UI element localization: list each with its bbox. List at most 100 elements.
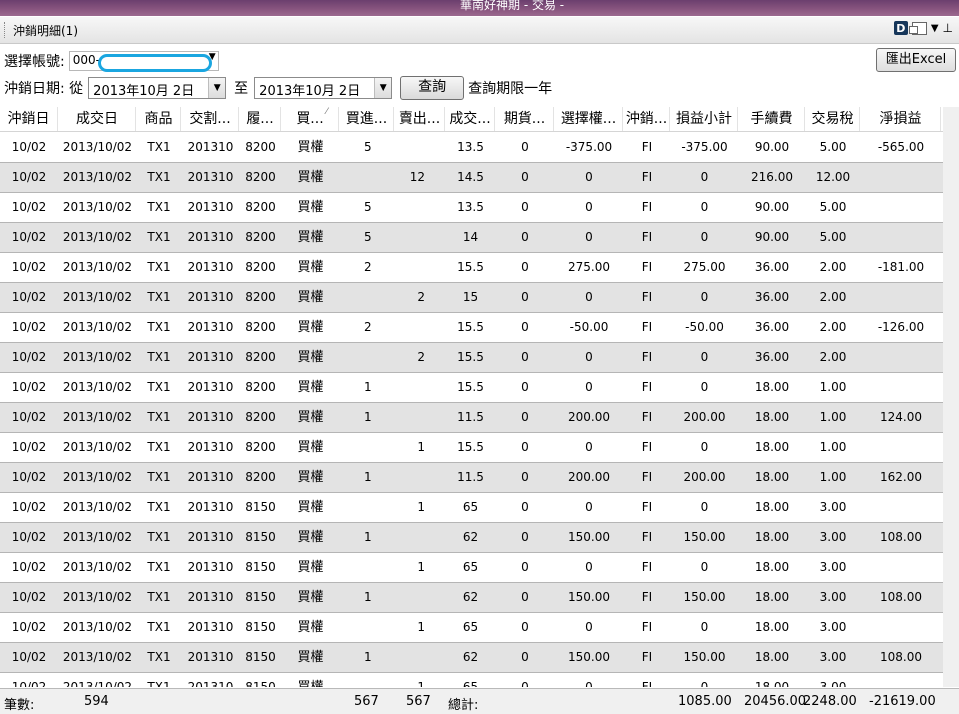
window-title: 華南好神期 - 交易 - bbox=[460, 0, 565, 12]
table-cell: 0 bbox=[521, 200, 529, 214]
table-cell: TX1 bbox=[147, 170, 171, 184]
column-header[interactable]: 買... bbox=[282, 107, 339, 131]
table-cell: 201310 bbox=[187, 140, 234, 154]
table-cell: 10/02 bbox=[11, 470, 47, 484]
table-cell: -375.00 bbox=[565, 140, 613, 154]
table-cell: 買權 bbox=[297, 140, 324, 155]
table-cell: 買權 bbox=[297, 290, 324, 305]
table-cell: 62 bbox=[462, 530, 479, 544]
table-row[interactable]: 10/02 2013/10/02 TX1 201310 8200 買權 12 14.5 0 0 FI… bbox=[0, 163, 943, 193]
table-cell: 18.00 bbox=[754, 440, 790, 454]
table-row[interactable]: 10/02 2013/10/02 TX1 201310 8200 買權 1 15.5 0 0 FI 0… bbox=[0, 433, 943, 463]
panel-grip[interactable] bbox=[4, 22, 7, 38]
table-cell: FI bbox=[641, 440, 653, 454]
table-cell: 2 bbox=[364, 320, 372, 334]
table-row[interactable]: 10/02 2013/10/02 TX1 201310 8200 買權 1 11.5 0 200.… bbox=[0, 403, 943, 433]
table-row[interactable]: 10/02 2013/10/02 TX1 201310 8150 買權 1 65 0 0 FI 0 18… bbox=[0, 673, 943, 687]
table-row[interactable]: 10/02 2013/10/02 TX1 201310 8200 買權 5 13.5 0 0 FI 0… bbox=[0, 193, 943, 223]
table-row[interactable]: 10/02 2013/10/02 TX1 201310 8150 買權 1 65 0 0 FI 0 18… bbox=[0, 613, 943, 643]
table-cell: 201310 bbox=[187, 500, 234, 514]
table-cell: 0 bbox=[700, 560, 709, 574]
table-cell: 1 bbox=[417, 440, 425, 454]
table-cell bbox=[861, 613, 941, 642]
column-header[interactable]: 沖銷... bbox=[624, 107, 670, 131]
table-cell bbox=[340, 163, 394, 192]
column-header[interactable]: 手續費 bbox=[739, 107, 805, 131]
table-row[interactable]: 10/02 2013/10/02 TX1 201310 8200 買權 5 13.5 0 -375… bbox=[0, 133, 943, 163]
table-row[interactable]: 10/02 2013/10/02 TX1 201310 8200 買權 5 14 0 0 FI 0 90… bbox=[0, 223, 943, 253]
column-header[interactable]: 淨損益 bbox=[861, 107, 941, 131]
table-cell: TX1 bbox=[147, 680, 171, 687]
table-row[interactable]: 10/02 2013/10/02 TX1 201310 8150 買權 1 65 0 0 FI 0 18… bbox=[0, 553, 943, 583]
export-excel-button[interactable]: 匯出Excel bbox=[876, 48, 956, 72]
table-row[interactable]: 10/02 2013/10/02 TX1 201310 8200 買權 1 15.5 0 0 FI 0… bbox=[0, 373, 943, 403]
table-cell: 12.00 bbox=[815, 170, 851, 184]
table-cell: 150.00 bbox=[568, 650, 610, 664]
table-cell: 8200 bbox=[245, 170, 276, 184]
table-cell: FI bbox=[641, 530, 653, 544]
chevron-down-icon[interactable]: ▼ bbox=[209, 52, 216, 62]
date-to-picker[interactable]: 2013年10月 2日 ▼ bbox=[254, 77, 393, 99]
column-header[interactable]: 履... bbox=[240, 107, 281, 131]
table-cell: 買權 bbox=[297, 320, 324, 335]
table-cell: 201310 bbox=[187, 680, 234, 687]
table-row[interactable]: 10/02 2013/10/02 TX1 201310 8150 買權 1 65 0 0 FI 0 18… bbox=[0, 493, 943, 523]
table-cell bbox=[340, 553, 394, 582]
column-header[interactable]: 賣出... bbox=[395, 107, 445, 131]
table-cell: 201310 bbox=[187, 620, 234, 634]
table-row[interactable]: 10/02 2013/10/02 TX1 201310 8200 買權 2 15 0 0 FI 0 36… bbox=[0, 283, 943, 313]
date-from-value: 2013年10月 2日 bbox=[93, 84, 195, 99]
table-cell: FI bbox=[641, 140, 653, 154]
table-cell: 8200 bbox=[245, 410, 276, 424]
table-cell: 8150 bbox=[245, 560, 276, 574]
table-cell: 150.00 bbox=[683, 650, 726, 664]
date-from-picker[interactable]: 2013年10月 2日 ▼ bbox=[88, 77, 227, 99]
table-cell: 0 bbox=[585, 380, 593, 394]
column-header[interactable]: 交割... bbox=[182, 107, 239, 131]
column-header[interactable]: 成交日 bbox=[59, 107, 136, 131]
table-cell: 1 bbox=[364, 410, 372, 424]
table-cell: 買權 bbox=[297, 590, 324, 605]
table-cell: 0 bbox=[521, 440, 529, 454]
table-cell: 0 bbox=[700, 200, 709, 214]
column-header[interactable]: 期貨... bbox=[496, 107, 554, 131]
table-row[interactable]: 10/02 2013/10/02 TX1 201310 8200 買權 2 15.5 0 0 FI 0… bbox=[0, 343, 943, 373]
table-cell: 5.00 bbox=[819, 230, 847, 244]
column-header[interactable]: 買進... bbox=[340, 107, 394, 131]
column-header[interactable]: 成交... bbox=[446, 107, 495, 131]
table-cell: 2.00 bbox=[819, 320, 847, 334]
account-select[interactable]: 000- ▼ bbox=[68, 51, 219, 72]
d-logo-icon[interactable]: D bbox=[893, 21, 908, 35]
to-label: 至 bbox=[234, 81, 249, 97]
table-cell: 14 bbox=[462, 230, 479, 244]
table-cell: 12 bbox=[409, 170, 425, 184]
table-row[interactable]: 10/02 2013/10/02 TX1 201310 8200 買權 1 11.5 0 200.… bbox=[0, 463, 943, 493]
column-header[interactable]: 損益小計 bbox=[671, 107, 738, 131]
table-cell bbox=[340, 493, 394, 522]
table-row[interactable]: 10/02 2013/10/02 TX1 201310 8150 買權 1 62 0 150.00… bbox=[0, 583, 943, 613]
column-header[interactable]: 沖銷日 bbox=[0, 107, 58, 131]
float-window-icon[interactable] bbox=[908, 21, 927, 35]
table-cell: 275.00 bbox=[568, 260, 610, 274]
settlement-grid: 沖銷日 成交日 商品 交割... 履... 買... 買進... 賣出... 成交... 期貨..… bbox=[0, 107, 943, 687]
table-cell: 201310 bbox=[187, 200, 234, 214]
table-row[interactable]: 10/02 2013/10/02 TX1 201310 8150 買權 1 62 0 150.00… bbox=[0, 523, 943, 553]
column-header[interactable]: 選擇權... bbox=[555, 107, 623, 131]
table-cell: 0 bbox=[521, 140, 529, 154]
dropdown-icon[interactable]: ▼ bbox=[931, 23, 939, 34]
date-to-dropdown-icon[interactable]: ▼ bbox=[374, 78, 392, 98]
table-row[interactable]: 10/02 2013/10/02 TX1 201310 8150 買權 1 62 0 150.00… bbox=[0, 643, 943, 673]
table-cell: -50.00 bbox=[569, 320, 609, 334]
pin-icon[interactable]: ⊥ bbox=[943, 21, 953, 35]
table-cell: 3.00 bbox=[819, 620, 847, 634]
vertical-scrollbar[interactable] bbox=[943, 107, 959, 687]
table-cell: 8150 bbox=[245, 500, 276, 514]
query-button[interactable]: 查詢 bbox=[400, 76, 465, 100]
table-cell: TX1 bbox=[147, 620, 171, 634]
table-cell: 65 bbox=[462, 620, 479, 634]
table-row[interactable]: 10/02 2013/10/02 TX1 201310 8200 買權 2 15.5 0 -50.… bbox=[0, 313, 943, 343]
column-header[interactable]: 商品 bbox=[137, 107, 181, 131]
date-from-dropdown-icon[interactable]: ▼ bbox=[208, 78, 226, 98]
table-row[interactable]: 10/02 2013/10/02 TX1 201310 8200 買權 2 15.5 0 275.… bbox=[0, 253, 943, 283]
column-header[interactable]: 交易稅 bbox=[806, 107, 860, 131]
